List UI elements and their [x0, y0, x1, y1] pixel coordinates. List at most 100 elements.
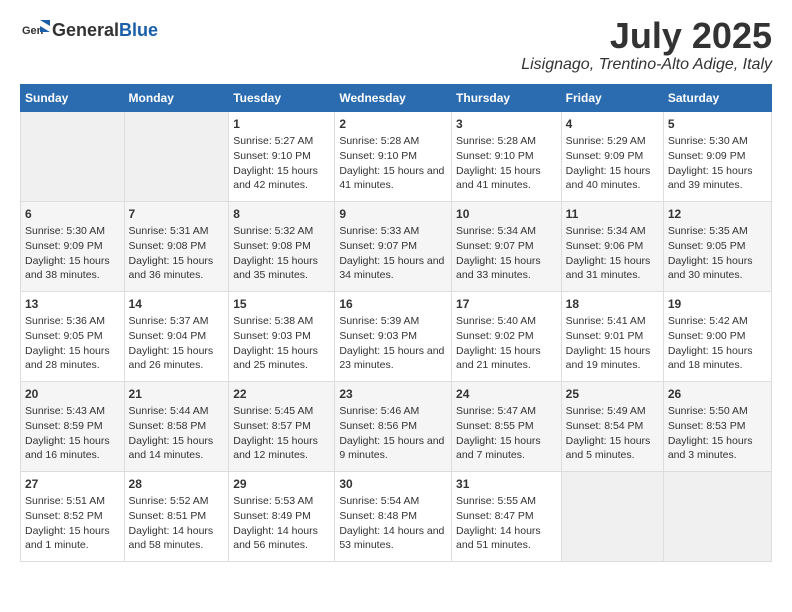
day-number: 24: [456, 386, 557, 403]
calendar-cell: 28 Sunrise: 5:52 AMSunset: 8:51 PMDayligh…: [124, 471, 229, 561]
calendar-cell: 5Sunrise: 5:30 AMSunset: 9:09 PMDaylight…: [663, 111, 771, 201]
calendar-cell: 15 Sunrise: 5:38 AMSunset: 9:03 PMDayligh…: [229, 291, 335, 381]
day-number: 28: [129, 476, 225, 493]
header-day-friday: Friday: [561, 84, 663, 111]
day-info: Sunrise: 5:32 AMSunset: 9:08 PMDaylight:…: [233, 225, 318, 281]
calendar-cell: 2 Sunrise: 5:28 AMSunset: 9:10 PMDaylight…: [335, 111, 452, 201]
day-number: 1: [233, 116, 330, 133]
day-number: 14: [129, 296, 225, 313]
calendar-cell: 20 Sunrise: 5:43 AMSunset: 8:59 PMDayligh…: [21, 381, 125, 471]
day-number: 11: [566, 206, 659, 223]
week-row-2: 6 Sunrise: 5:30 AMSunset: 9:09 PMDaylight…: [21, 201, 772, 291]
calendar-cell: 7Sunrise: 5:31 AMSunset: 9:08 PMDaylight…: [124, 201, 229, 291]
day-info: Sunrise: 5:39 AMSunset: 9:03 PMDaylight:…: [339, 315, 444, 371]
day-number: 18: [566, 296, 659, 313]
day-info: Sunrise: 5:38 AMSunset: 9:03 PMDaylight:…: [233, 315, 318, 371]
calendar-cell: 25 Sunrise: 5:49 AMSunset: 8:54 PMDayligh…: [561, 381, 663, 471]
calendar-cell: 3 Sunrise: 5:28 AMSunset: 9:10 PMDaylight…: [452, 111, 562, 201]
calendar-body: 1 Sunrise: 5:27 AMSunset: 9:10 PMDaylight…: [21, 111, 772, 561]
day-number: 20: [25, 386, 120, 403]
calendar-cell: 27 Sunrise: 5:51 AMSunset: 8:52 PMDayligh…: [21, 471, 125, 561]
day-number: 3: [456, 116, 557, 133]
day-info: Sunrise: 5:46 AMSunset: 8:56 PMDaylight:…: [339, 405, 444, 461]
header-day-tuesday: Tuesday: [229, 84, 335, 111]
calendar-cell: 24 Sunrise: 5:47 AMSunset: 8:55 PMDayligh…: [452, 381, 562, 471]
calendar-cell: 17 Sunrise: 5:40 AMSunset: 9:02 PMDayligh…: [452, 291, 562, 381]
day-info: Sunrise: 5:27 AMSunset: 9:10 PMDaylight:…: [233, 135, 318, 191]
calendar-cell: 9 Sunrise: 5:33 AMSunset: 9:07 PMDaylight…: [335, 201, 452, 291]
calendar-cell: 18 Sunrise: 5:41 AMSunset: 9:01 PMDayligh…: [561, 291, 663, 381]
day-number: 22: [233, 386, 330, 403]
calendar-cell: 4 Sunrise: 5:29 AMSunset: 9:09 PMDaylight…: [561, 111, 663, 201]
day-info: Sunrise: 5:45 AMSunset: 8:57 PMDaylight:…: [233, 405, 318, 461]
day-info: Sunrise: 5:52 AMSunset: 8:51 PMDaylight:…: [129, 495, 214, 551]
calendar-cell: 16Sunrise: 5:39 AMSunset: 9:03 PMDayligh…: [335, 291, 452, 381]
day-info: Sunrise: 5:30 AMSunset: 9:09 PMDaylight:…: [25, 225, 110, 281]
logo-icon: Gen: [22, 16, 50, 44]
week-row-4: 20 Sunrise: 5:43 AMSunset: 8:59 PMDayligh…: [21, 381, 772, 471]
day-number: 27: [25, 476, 120, 493]
day-info: Sunrise: 5:53 AMSunset: 8:49 PMDaylight:…: [233, 495, 318, 551]
calendar-cell: 12 Sunrise: 5:35 AMSunset: 9:05 PMDayligh…: [663, 201, 771, 291]
day-info: Sunrise: 5:28 AMSunset: 9:10 PMDaylight:…: [456, 135, 541, 191]
day-number: 30: [339, 476, 447, 493]
day-info: Sunrise: 5:37 AMSunset: 9:04 PMDaylight:…: [129, 315, 214, 371]
calendar-cell: 23 Sunrise: 5:46 AMSunset: 8:56 PMDayligh…: [335, 381, 452, 471]
day-number: 26: [668, 386, 767, 403]
day-info: Sunrise: 5:28 AMSunset: 9:10 PMDaylight:…: [339, 135, 444, 191]
day-info: Sunrise: 5:43 AMSunset: 8:59 PMDaylight:…: [25, 405, 110, 461]
day-info: Sunrise: 5:29 AMSunset: 9:09 PMDaylight:…: [566, 135, 651, 191]
day-info: Sunrise: 5:35 AMSunset: 9:05 PMDaylight:…: [668, 225, 753, 281]
day-info: Sunrise: 5:33 AMSunset: 9:07 PMDaylight:…: [339, 225, 444, 281]
day-info: Sunrise: 5:51 AMSunset: 8:52 PMDaylight:…: [25, 495, 110, 551]
day-info: Sunrise: 5:42 AMSunset: 9:00 PMDaylight:…: [668, 315, 753, 371]
day-number: 17: [456, 296, 557, 313]
day-number: 6: [25, 206, 120, 223]
calendar-cell: [561, 471, 663, 561]
calendar-table: SundayMondayTuesdayWednesdayThursdayFrid…: [20, 84, 772, 562]
day-number: 21: [129, 386, 225, 403]
day-number: 10: [456, 206, 557, 223]
location-title: Lisignago, Trentino-Alto Adige, Italy: [521, 56, 772, 74]
day-number: 23: [339, 386, 447, 403]
day-number: 8: [233, 206, 330, 223]
day-info: Sunrise: 5:49 AMSunset: 8:54 PMDaylight:…: [566, 405, 651, 461]
calendar-cell: 10Sunrise: 5:34 AMSunset: 9:07 PMDayligh…: [452, 201, 562, 291]
day-info: Sunrise: 5:31 AMSunset: 9:08 PMDaylight:…: [129, 225, 214, 281]
header-day-thursday: Thursday: [452, 84, 562, 111]
header-day-wednesday: Wednesday: [335, 84, 452, 111]
calendar-cell: 31 Sunrise: 5:55 AMSunset: 8:47 PMDayligh…: [452, 471, 562, 561]
day-number: 9: [339, 206, 447, 223]
week-row-1: 1 Sunrise: 5:27 AMSunset: 9:10 PMDaylight…: [21, 111, 772, 201]
calendar-cell: 21Sunrise: 5:44 AMSunset: 8:58 PMDayligh…: [124, 381, 229, 471]
day-number: 12: [668, 206, 767, 223]
logo-general: General: [52, 20, 119, 40]
logo: Gen GeneralBlue: [20, 16, 158, 44]
header-day-sunday: Sunday: [21, 84, 125, 111]
day-info: Sunrise: 5:54 AMSunset: 8:48 PMDaylight:…: [339, 495, 444, 551]
day-number: 15: [233, 296, 330, 313]
day-number: 2: [339, 116, 447, 133]
day-number: 4: [566, 116, 659, 133]
calendar-cell: 14 Sunrise: 5:37 AMSunset: 9:04 PMDayligh…: [124, 291, 229, 381]
week-row-5: 27 Sunrise: 5:51 AMSunset: 8:52 PMDayligh…: [21, 471, 772, 561]
day-number: 13: [25, 296, 120, 313]
week-row-3: 13Sunrise: 5:36 AMSunset: 9:05 PMDayligh…: [21, 291, 772, 381]
day-info: Sunrise: 5:41 AMSunset: 9:01 PMDaylight:…: [566, 315, 651, 371]
day-info: Sunrise: 5:40 AMSunset: 9:02 PMDaylight:…: [456, 315, 541, 371]
calendar-cell: [21, 111, 125, 201]
calendar-cell: 11 Sunrise: 5:34 AMSunset: 9:06 PMDayligh…: [561, 201, 663, 291]
day-number: 25: [566, 386, 659, 403]
day-number: 19: [668, 296, 767, 313]
calendar-cell: [663, 471, 771, 561]
day-info: Sunrise: 5:34 AMSunset: 9:06 PMDaylight:…: [566, 225, 651, 281]
day-number: 31: [456, 476, 557, 493]
calendar-cell: 1 Sunrise: 5:27 AMSunset: 9:10 PMDaylight…: [229, 111, 335, 201]
calendar-cell: 29Sunrise: 5:53 AMSunset: 8:49 PMDayligh…: [229, 471, 335, 561]
day-info: Sunrise: 5:50 AMSunset: 8:53 PMDaylight:…: [668, 405, 753, 461]
calendar-cell: 6 Sunrise: 5:30 AMSunset: 9:09 PMDaylight…: [21, 201, 125, 291]
day-info: Sunrise: 5:55 AMSunset: 8:47 PMDaylight:…: [456, 495, 541, 551]
calendar-cell: 8 Sunrise: 5:32 AMSunset: 9:08 PMDaylight…: [229, 201, 335, 291]
title-block: July 2025 Lisignago, Trentino-Alto Adige…: [521, 16, 772, 74]
day-info: Sunrise: 5:47 AMSunset: 8:55 PMDaylight:…: [456, 405, 541, 461]
